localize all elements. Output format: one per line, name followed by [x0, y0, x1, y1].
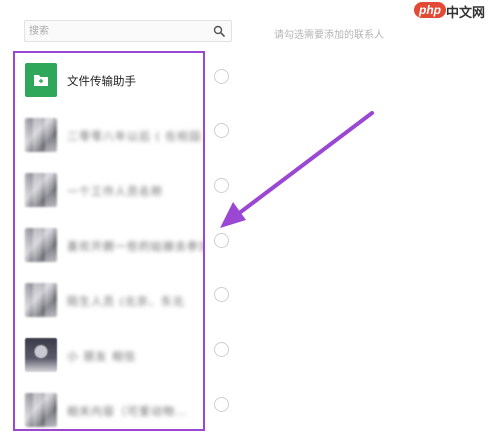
contact-row-file-helper[interactable]: 文件传输助手	[15, 53, 203, 108]
select-radio[interactable]	[214, 233, 229, 248]
watermark-brand: php	[414, 2, 446, 18]
contact-name: 陌生人员 (北京、东北	[67, 295, 185, 308]
select-radio[interactable]	[214, 397, 229, 412]
arrowhead-icon	[220, 202, 246, 228]
contact-name: 文件传输助手	[67, 74, 136, 88]
select-radio-file-helper[interactable]	[214, 69, 229, 84]
folder-icon	[34, 75, 48, 86]
avatar	[25, 338, 57, 372]
site-watermark: php 中文网	[410, 0, 494, 24]
select-radio[interactable]	[214, 342, 229, 357]
contact-row[interactable]: 陌生人员 (北京、东北	[15, 273, 203, 328]
watermark-site: 中文网	[446, 6, 486, 21]
avatar	[25, 283, 57, 317]
select-radio[interactable]	[214, 287, 229, 302]
search-box[interactable]	[24, 20, 232, 42]
select-radio[interactable]	[214, 123, 229, 138]
contact-name: 一个工作人员名称	[67, 185, 163, 198]
contact-row[interactable]: 二零零八年以后 ( 在校园	[15, 108, 203, 163]
avatar	[25, 63, 57, 97]
avatar	[25, 228, 57, 262]
avatar	[25, 173, 57, 207]
contact-name: 小 朋友 相信	[67, 350, 136, 363]
avatar	[25, 393, 57, 427]
select-radio[interactable]	[214, 178, 229, 193]
selection-hint: 请勾选需要添加的联系人	[274, 30, 384, 41]
contact-name: 喜欢开朗一些的姑娘去参加	[67, 240, 205, 253]
contact-row[interactable]: 相关内容（可爱动物…	[15, 383, 203, 429]
contact-row[interactable]: 喜欢开朗一些的姑娘去参加	[15, 218, 205, 273]
contact-name: 相关内容（可爱动物…	[67, 405, 187, 418]
avatar	[25, 118, 57, 152]
contact-row[interactable]: 一个工作人员名称	[15, 163, 203, 218]
search-icon[interactable]	[213, 25, 225, 37]
contact-list: 文件传输助手 二零零八年以后 ( 在校园 一个工作人员名称 喜欢开朗一些的姑娘去…	[13, 51, 205, 431]
contact-name: 二零零八年以后 ( 在校园	[67, 130, 202, 143]
contact-row[interactable]: 小 朋友 相信	[15, 328, 203, 383]
search-input[interactable]	[25, 21, 209, 41]
